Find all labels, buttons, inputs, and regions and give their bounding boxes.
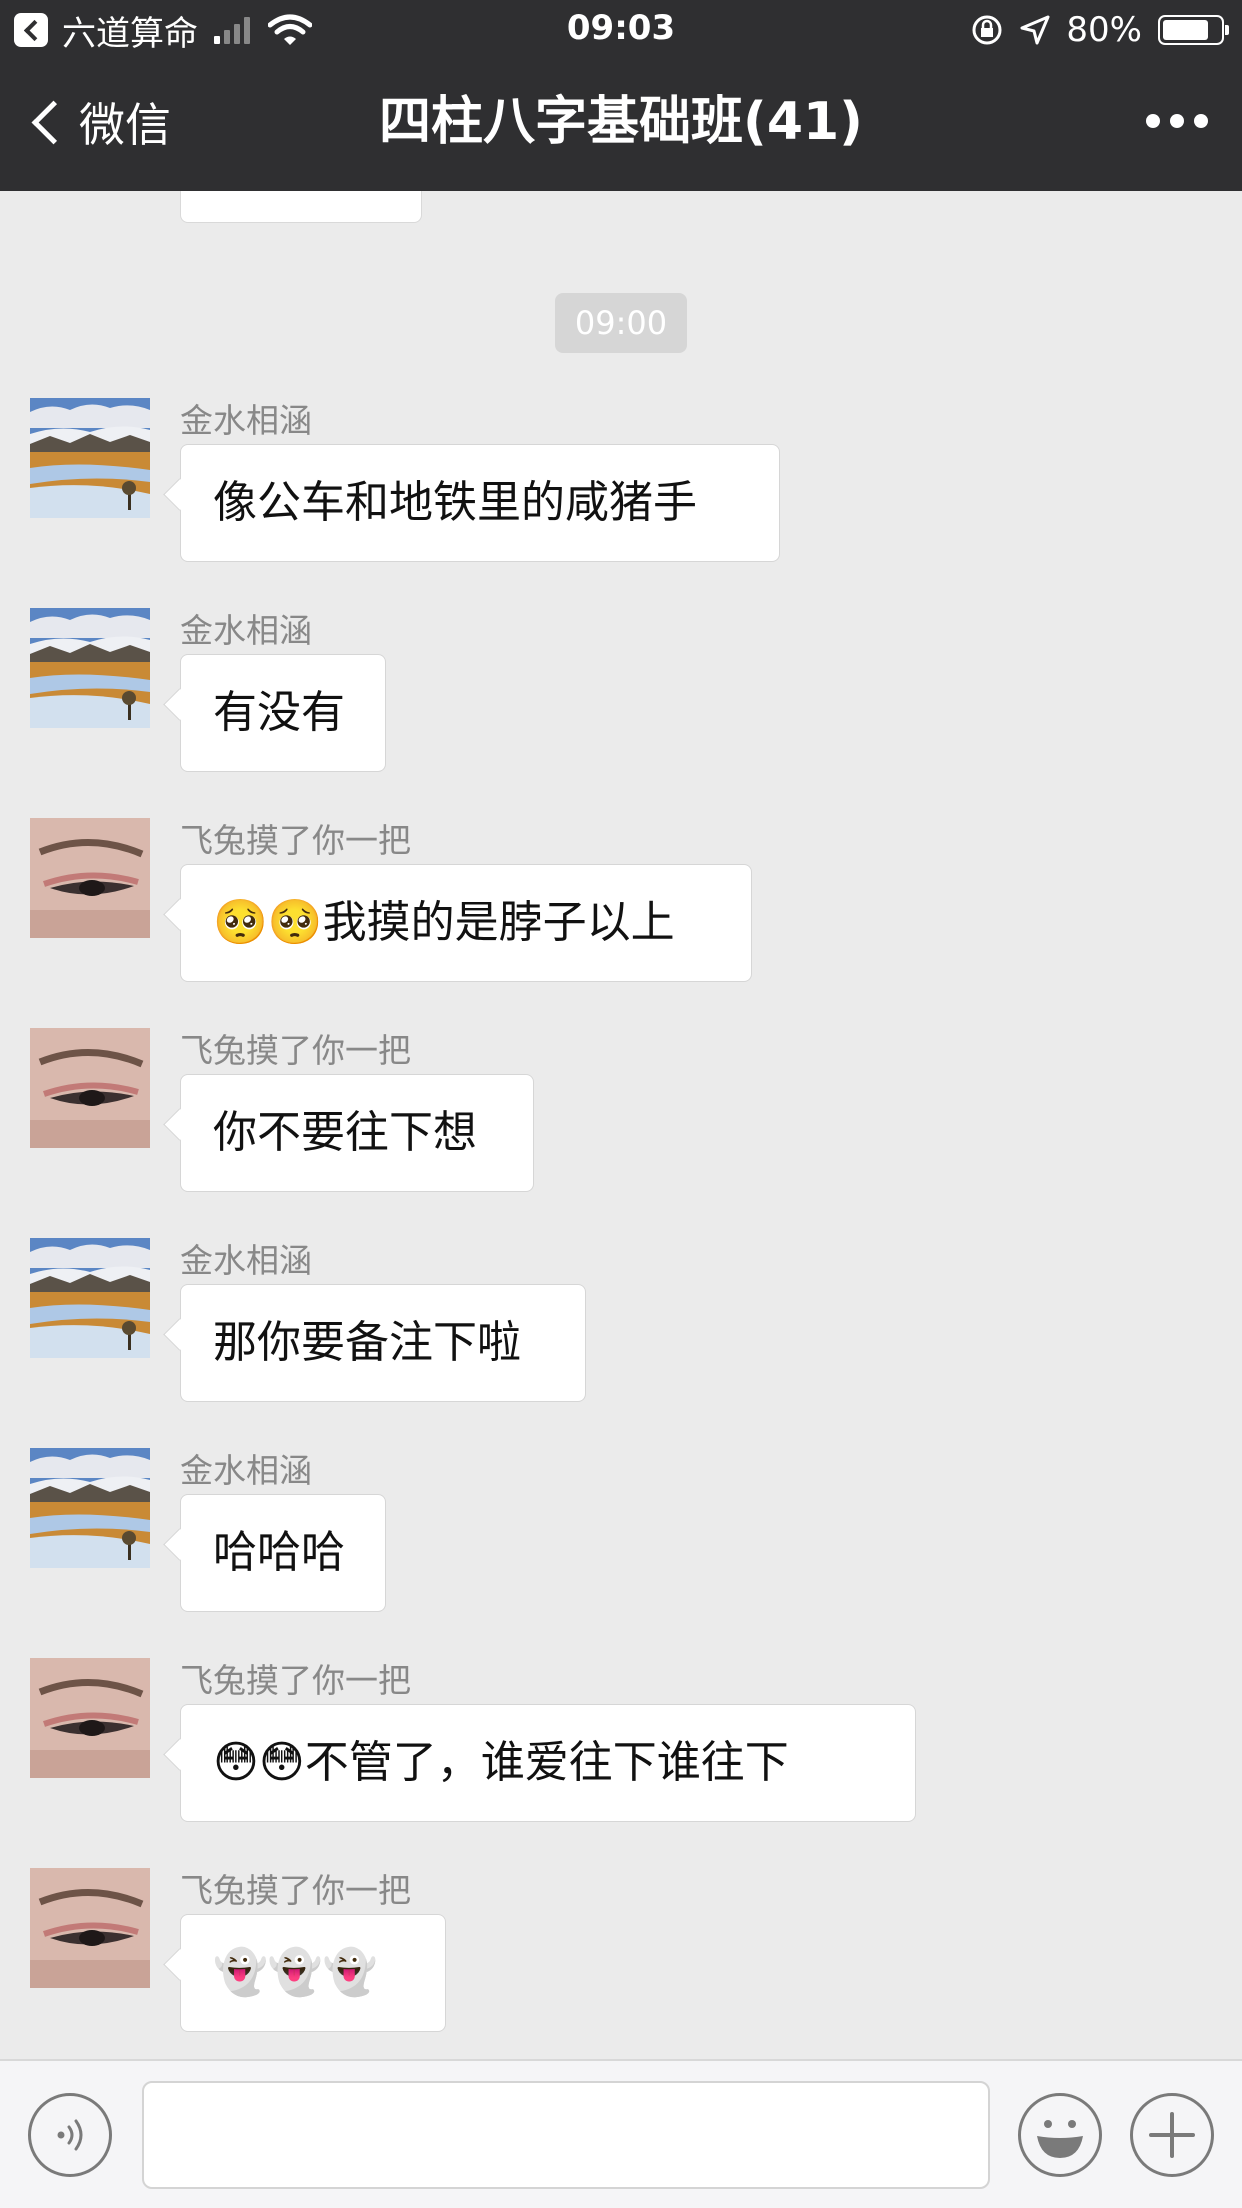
- sender-name: 飞兔摸了你一把: [180, 821, 411, 860]
- message-row: 金水相涵像公车和地铁里的咸猪手: [0, 392, 1242, 582]
- plus-button[interactable]: [1130, 2093, 1214, 2177]
- sender-name: 飞兔摸了你一把: [180, 1661, 411, 1700]
- message-bubble[interactable]: 😳😳不管了，谁爱往下谁往下: [180, 1704, 916, 1822]
- chat-area[interactable]: 09:00 金水相涵 像公车和地铁里的咸猪手 金水相涵 有没有 飞兔摸了你一把 🥺🥺我摸的…: [0, 191, 1242, 2059]
- chat-title: 四柱八字基础班(41): [379, 92, 863, 152]
- message-bubble[interactable]: 有没有: [180, 654, 386, 772]
- message-row: 飞兔摸了你一把 🥺🥺我摸的是脖子以上: [0, 812, 1242, 1002]
- message-row: 金水相涵 有没有: [0, 602, 1242, 792]
- voice-icon: [57, 2119, 83, 2151]
- eye-avatar[interactable]: [30, 1868, 150, 1988]
- message-bubble[interactable]: 哈哈哈: [180, 1494, 386, 1612]
- message-bubble[interactable]: 像公车和地铁里的咸猪手: [180, 444, 780, 562]
- plus-icon: [1149, 2112, 1195, 2158]
- emoji-icon: [1037, 2120, 1083, 2158]
- sender-name: 飞兔摸了你一把: [180, 1871, 411, 1910]
- status-right: 80%: [970, 10, 1229, 50]
- rotation-lock-icon: [972, 15, 1002, 45]
- message-bubble[interactable]: 👻👻👻: [180, 1914, 446, 2032]
- battery-icon: [1158, 15, 1229, 45]
- previous-message-bubble[interactable]: [180, 191, 422, 223]
- eye-avatar[interactable]: [30, 1658, 150, 1778]
- more-options-icon[interactable]: [1146, 114, 1208, 128]
- message-row: 飞兔摸了你一把 👻👻👻: [0, 1862, 1242, 2052]
- sender-name: 金水相涵: [180, 1241, 312, 1280]
- message-row: 飞兔摸了你一把你不要往下想: [0, 1022, 1242, 1212]
- header: 六道算命 09:03 80% 微信 四柱八字基础班(41): [0, 0, 1242, 191]
- sender-name: 金水相涵: [180, 401, 312, 440]
- eye-avatar[interactable]: [30, 1028, 150, 1148]
- message-row: 金水相涵 哈哈哈: [0, 1442, 1242, 1632]
- landscape-avatar[interactable]: [30, 398, 150, 518]
- landscape-avatar[interactable]: [30, 608, 150, 728]
- nav-bar: 微信 四柱八字基础班(41): [0, 60, 1242, 191]
- battery-percent: 80%: [1066, 10, 1142, 50]
- message-input[interactable]: [142, 2081, 990, 2189]
- sender-name: 飞兔摸了你一把: [180, 1031, 411, 1070]
- landscape-avatar[interactable]: [30, 1448, 150, 1568]
- status-bar: 六道算命 09:03 80%: [0, 0, 1242, 60]
- message-row: 飞兔摸了你一把 😳😳不管了，谁爱往下谁往下: [0, 1652, 1242, 1842]
- landscape-avatar[interactable]: [30, 1238, 150, 1358]
- sender-name: 金水相涵: [180, 611, 312, 650]
- sender-name: 金水相涵: [180, 1451, 312, 1490]
- message-bubble[interactable]: 那你要备注下啦: [180, 1284, 586, 1402]
- emoji-button[interactable]: [1018, 2093, 1102, 2177]
- input-bar: [0, 2059, 1242, 2208]
- location-icon: [1020, 15, 1050, 45]
- chat-timestamp: 09:00: [555, 293, 687, 353]
- message-row: 金水相涵那你要备注下啦: [0, 1232, 1242, 1422]
- voice-button[interactable]: [28, 2093, 112, 2177]
- eye-avatar[interactable]: [30, 818, 150, 938]
- message-bubble[interactable]: 🥺🥺我摸的是脖子以上: [180, 864, 752, 982]
- message-bubble[interactable]: 你不要往下想: [180, 1074, 534, 1192]
